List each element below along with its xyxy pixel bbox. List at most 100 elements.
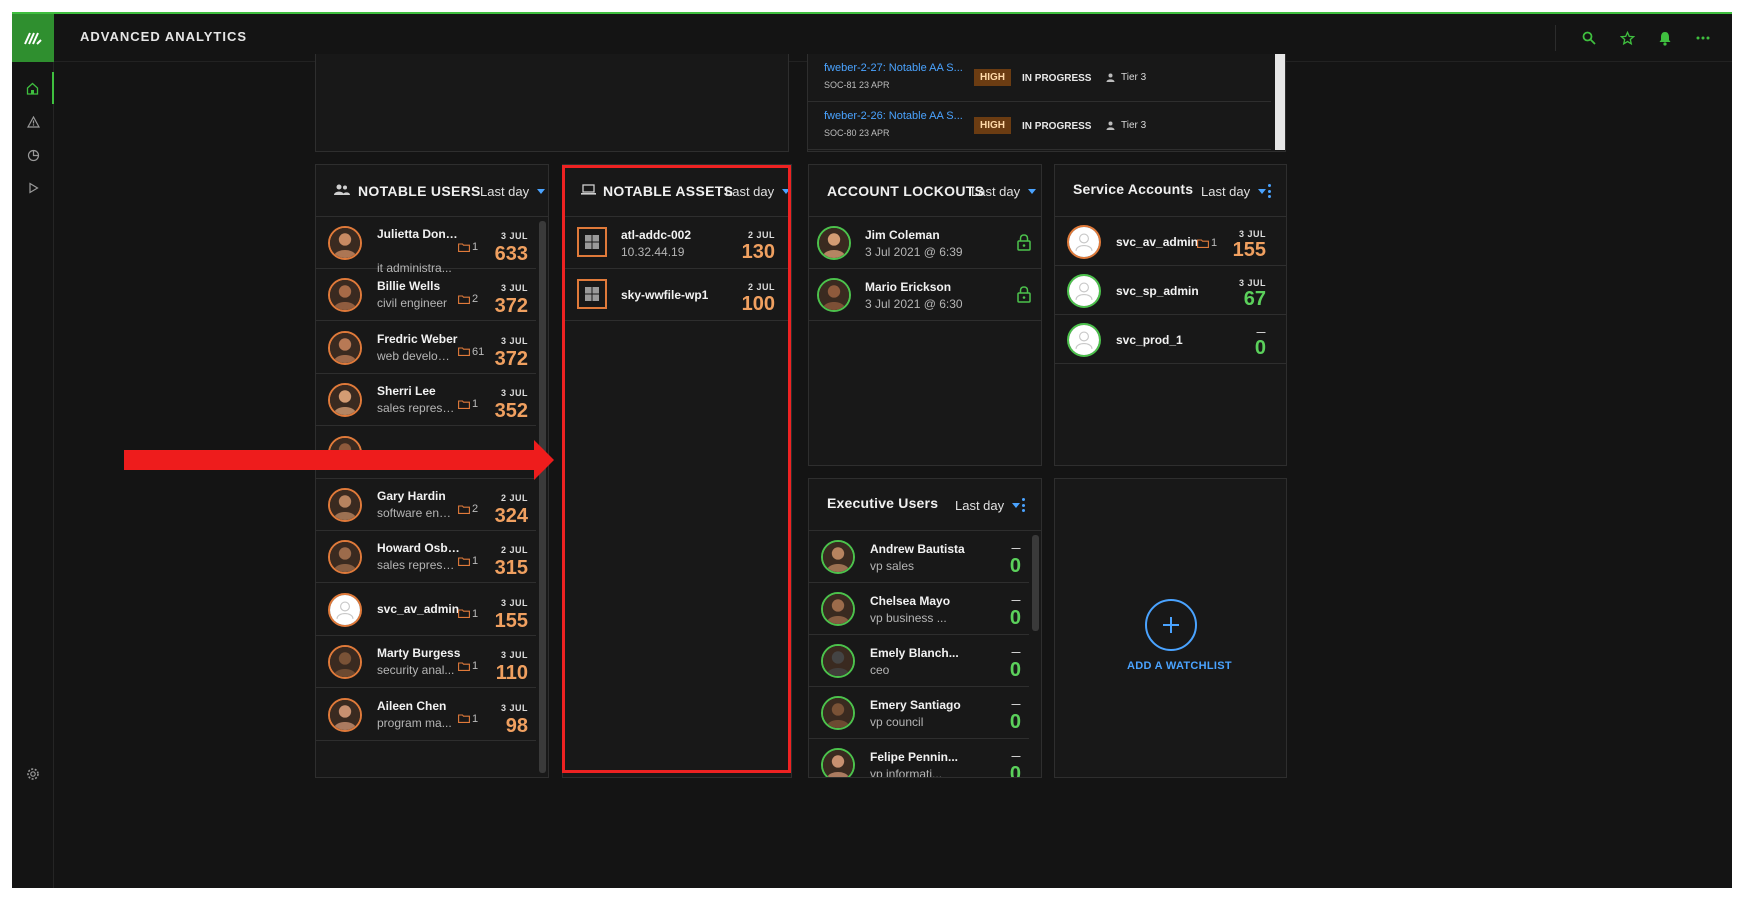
notable-assets-panel: NOTABLE ASSETS Last day atl-addc-002 10.3…	[562, 164, 792, 778]
panel-header: ACCOUNT LOCKOUTS Last day	[809, 165, 1041, 217]
users-scrollbar[interactable]	[539, 221, 546, 773]
avatar	[328, 330, 362, 365]
range-dropdown[interactable]: Last day	[480, 184, 546, 199]
app-title: ADVANCED ANALYTICS	[80, 29, 248, 44]
executive-user-row[interactable]: Chelsea Mayo vp business ... — 0	[809, 583, 1029, 635]
plus-icon	[1163, 617, 1179, 633]
divider	[1555, 25, 1556, 51]
user-name: Mario Erickson	[865, 280, 952, 294]
risk-score: 315	[494, 557, 528, 580]
panel-title: Executive Users	[827, 495, 939, 511]
asset-row[interactable]: sky-wwfile-wp1 2 JUL 100	[563, 269, 791, 321]
executive-user-row[interactable]: Felipe Pennin... vp informati... — 0	[809, 739, 1029, 777]
user-row[interactable]: Julietta Donal... it administra... 1 3 JUL 6…	[316, 217, 536, 275]
pie-chart-icon[interactable]	[12, 139, 54, 171]
user-icon	[1106, 73, 1115, 82]
folder-indicator: 1	[458, 660, 478, 672]
avatar	[328, 226, 362, 260]
panel-header: NOTABLE ASSETS Last day	[563, 165, 791, 217]
settings-gear-icon[interactable]	[12, 758, 54, 790]
user-row[interactable]: Gary Hardin software eng... 2 2 JUL 324	[316, 479, 536, 531]
score-date: 2 JUL	[500, 493, 528, 503]
service-account-row[interactable]: svc_av_admin 1 3 JUL 155	[1055, 217, 1286, 266]
avatar	[821, 644, 855, 678]
avatar	[328, 488, 362, 522]
avatar	[328, 540, 362, 575]
panel-title: ACCOUNT LOCKOUTS	[827, 183, 985, 199]
executive-user-row[interactable]: Andrew Bautista vp sales — 0	[809, 531, 1029, 583]
range-dropdown[interactable]: Last day	[725, 184, 791, 199]
asset-name: atl-addc-002	[621, 228, 692, 242]
avatar	[821, 592, 855, 626]
add-watchlist-panel: ADD A WATCHLIST	[1054, 478, 1287, 778]
alert-title-link[interactable]: fweber-2-26: Notable AA S...	[824, 110, 964, 122]
alert-row[interactable]: fweber-2-27: Notable AA S... SOC-81 23 A…	[808, 54, 1271, 102]
folder-indicator: 1	[1197, 237, 1217, 249]
user-row[interactable]: Marty Burgess security anal... 1 3 JUL 110	[316, 636, 536, 689]
lockout-time: 3 Jul 2021 @ 6:30	[865, 297, 963, 311]
add-watchlist-label[interactable]: ADD A WATCHLIST	[1127, 660, 1232, 672]
risk-score: 110	[495, 662, 528, 685]
risk-score: 67	[1243, 288, 1266, 310]
service-account-row[interactable]: svc_sp_admin 3 JUL 67	[1055, 266, 1286, 315]
user-title: vp business ...	[870, 611, 947, 625]
risk-score: 155	[1232, 239, 1266, 261]
user-name: Sherri Lee	[377, 384, 436, 399]
alert-row[interactable]: fweber-2-26: Notable AA S... SOC-80 23 A…	[808, 102, 1271, 150]
user-row[interactable]: svc_av_admin 1 3 JUL 155	[316, 584, 536, 636]
score-date: 3 JUL	[500, 283, 528, 294]
avatar	[817, 226, 851, 260]
laptop-icon	[581, 184, 596, 195]
lockout-row[interactable]: Mario Erickson 3 Jul 2021 @ 6:30	[809, 269, 1041, 321]
alerts-scrollbar[interactable]	[1275, 54, 1285, 150]
user-icon	[1106, 121, 1115, 130]
lockout-row[interactable]: Jim Coleman 3 Jul 2021 @ 6:39	[809, 217, 1041, 269]
executive-user-row[interactable]: Emely Blanch... ceo — 0	[809, 635, 1029, 687]
avatar	[821, 696, 855, 730]
logo-icon[interactable]	[12, 14, 54, 62]
score-date: —	[1011, 699, 1021, 709]
user-row[interactable]: Howard Osbo... sales represe... 1 2 JUL 315	[316, 531, 536, 584]
alert-meta: SOC-81 23 APR	[824, 80, 890, 90]
account-name: svc_av_admin	[1116, 235, 1199, 249]
range-dropdown[interactable]: Last day	[1201, 184, 1267, 199]
search-icon[interactable]	[1580, 29, 1598, 47]
score-date: —	[1011, 543, 1021, 553]
range-dropdown[interactable]: Last day	[955, 498, 1021, 513]
top-widget-panel	[315, 54, 789, 152]
users-icon	[334, 184, 350, 195]
folder-icon	[458, 504, 470, 514]
notable-users-panel: NOTABLE USERS Last day Julietta Donal...…	[315, 164, 549, 778]
kebab-menu-icon[interactable]	[1020, 498, 1026, 512]
home-icon[interactable]	[12, 72, 54, 104]
bell-icon[interactable]	[1656, 29, 1674, 47]
user-row[interactable]: Billie Wells civil engineer 2 3 JUL 372	[316, 269, 536, 322]
executive-user-row[interactable]: Emery Santiago vp council — 0	[809, 687, 1029, 739]
chevron-down-icon	[1028, 189, 1037, 194]
kebab-menu-icon[interactable]	[1266, 184, 1272, 198]
user-row[interactable]: Sherri Lee sales represe... 1 3 JUL 352	[316, 374, 536, 427]
asset-row[interactable]: atl-addc-002 10.32.44.19 2 JUL 130	[563, 217, 791, 269]
annotation-arrow-head	[534, 440, 554, 480]
user-row[interactable]: Aileen Chen program ma... 1 3 JUL 98	[316, 689, 536, 741]
panel-title: NOTABLE ASSETS	[603, 183, 734, 199]
exec-scrollbar[interactable]	[1032, 535, 1039, 631]
asset-ip: 10.32.44.19	[621, 245, 685, 259]
alert-meta: SOC-80 23 APR	[824, 128, 890, 138]
folder-icon	[458, 714, 470, 724]
alert-title-link[interactable]: fweber-2-27: Notable AA S...	[824, 62, 964, 74]
risk-score: 633	[494, 243, 528, 265]
user-name: Andrew Bautista	[870, 542, 965, 556]
user-name: Aileen Chen	[377, 698, 447, 713]
play-icon[interactable]	[12, 172, 54, 204]
service-account-row[interactable]: svc_prod_1 —0	[1055, 315, 1286, 364]
lock-icon	[1017, 286, 1031, 308]
account-name: svc_prod_1	[1116, 333, 1183, 347]
more-icon[interactable]	[1694, 29, 1712, 47]
range-dropdown[interactable]: Last day	[971, 184, 1037, 199]
star-icon[interactable]	[1618, 29, 1636, 47]
user-row[interactable]: Fredric Weber web developer 61 3 JUL 372	[316, 322, 536, 374]
user-name: Billie Wells	[377, 279, 441, 294]
alert-icon[interactable]	[12, 106, 54, 138]
add-watchlist-button[interactable]	[1145, 599, 1197, 651]
